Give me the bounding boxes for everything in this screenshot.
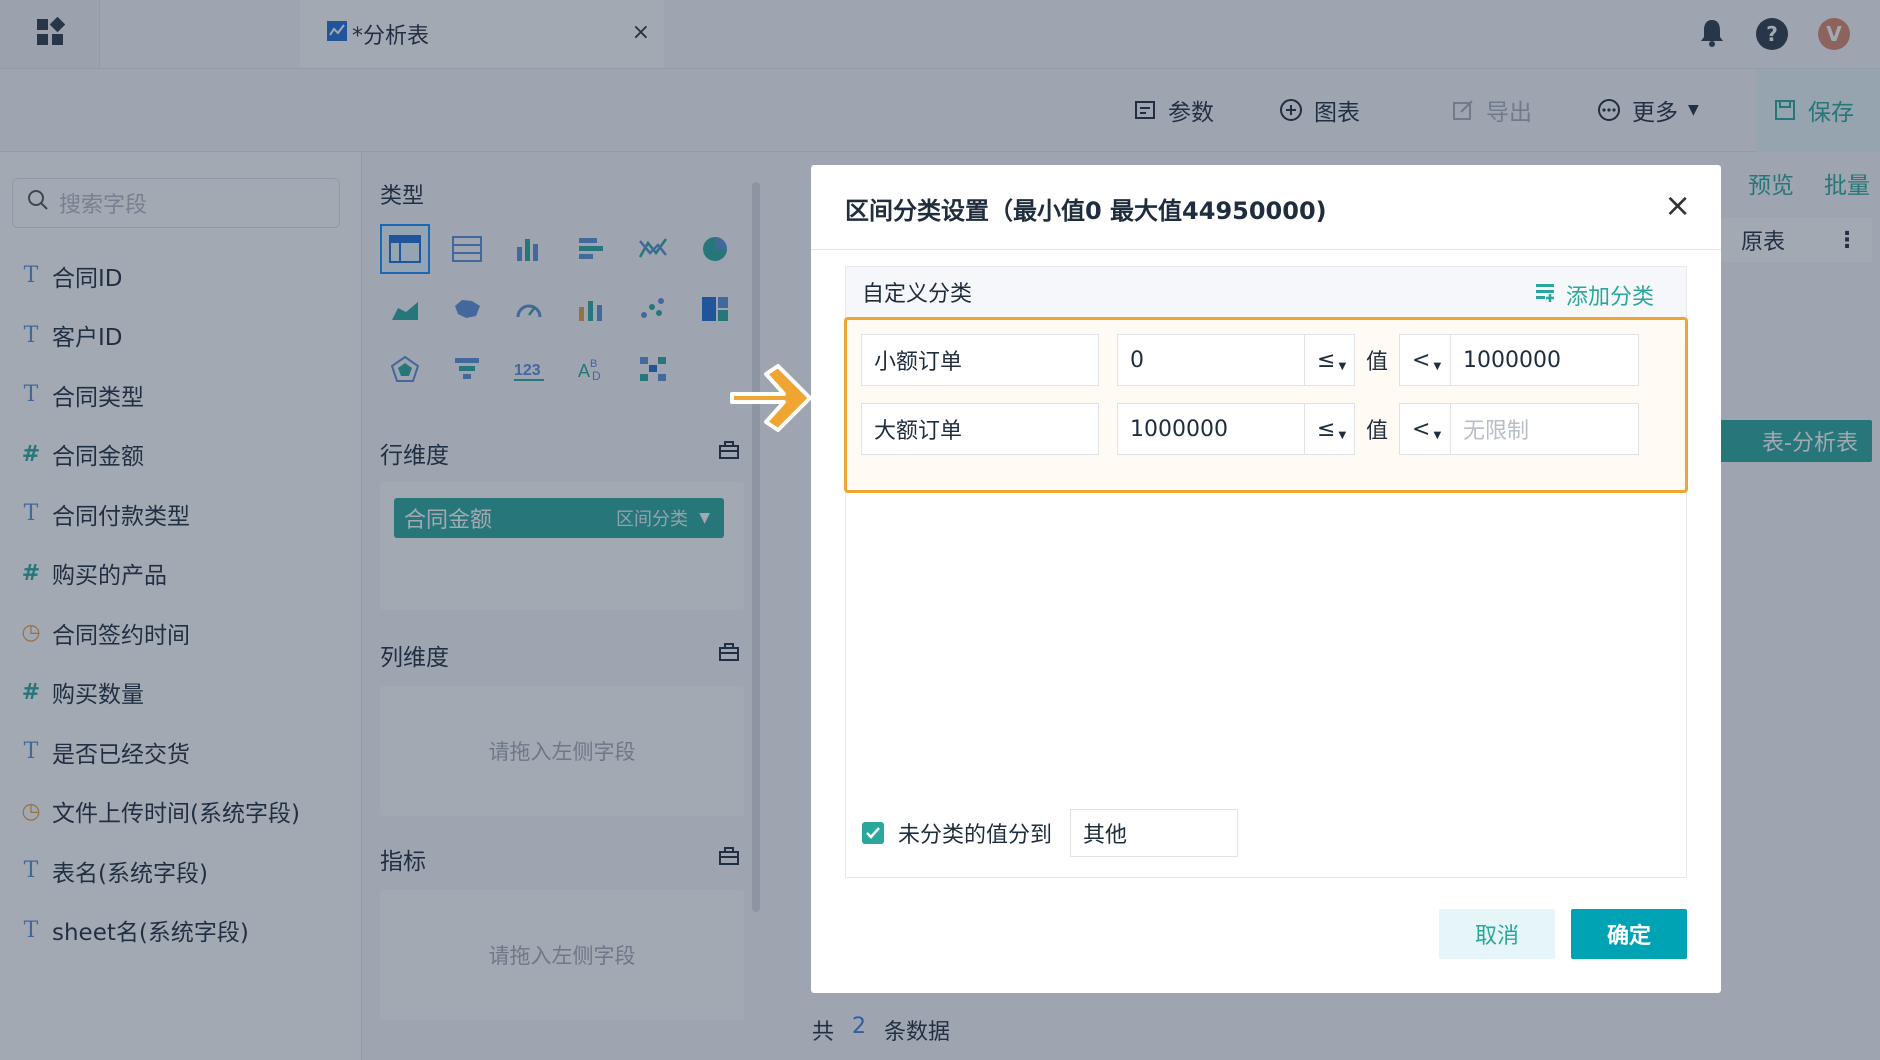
operator-label: < xyxy=(1412,416,1431,442)
uncategorized-label: 未分类的值分到 xyxy=(898,823,1053,848)
uncategorized-row: 未分类的值分到 其他 xyxy=(862,809,1239,857)
min-value-input[interactable]: 0 xyxy=(1117,334,1305,386)
max-value: 1000000 xyxy=(1463,347,1561,373)
operator-label: ≤ xyxy=(1317,347,1336,373)
right-operator-select[interactable]: < ▼ xyxy=(1399,334,1451,386)
operator-label: < xyxy=(1412,347,1431,373)
add-list-icon xyxy=(1534,281,1556,309)
max-value-placeholder: 无限制 xyxy=(1463,419,1530,444)
arrow-right-icon xyxy=(726,360,818,440)
confirm-button[interactable]: 确定 xyxy=(1571,909,1687,959)
caret-down-icon: ▼ xyxy=(1433,360,1442,372)
rule-row: 大额订单 1000000 ≤ ▼ 值 < ▼ 无限制 xyxy=(861,403,1661,455)
caret-down-icon: ▼ xyxy=(1338,429,1347,441)
min-value-input[interactable]: 1000000 xyxy=(1117,403,1305,455)
caret-down-icon: ▼ xyxy=(1433,429,1442,441)
max-value-input[interactable]: 无限制 xyxy=(1451,403,1639,455)
dialog-title: 区间分类设置（最小值0 最大值44950000) xyxy=(845,197,1327,225)
category-name-input[interactable]: 大额订单 xyxy=(861,403,1099,455)
interval-classify-dialog: 区间分类设置（最小值0 最大值44950000) × 自定义分类 添加分类 小额… xyxy=(811,165,1721,993)
rule-row: 小额订单 0 ≤ ▼ 值 < ▼ 1000000 xyxy=(861,334,1661,386)
operator-label: ≤ xyxy=(1317,416,1336,442)
value-label: 值 xyxy=(1365,350,1388,375)
left-operator-select[interactable]: ≤ ▼ xyxy=(1305,403,1355,455)
close-icon[interactable]: × xyxy=(1664,189,1691,221)
rule-list: 小额订单 0 ≤ ▼ 值 < ▼ 1000000 大额订单 1000000 ≤ ▼ 值… xyxy=(844,317,1688,493)
caret-down-icon: ▼ xyxy=(1338,360,1347,372)
right-operator-select[interactable]: < ▼ xyxy=(1399,403,1451,455)
uncategorized-checkbox[interactable] xyxy=(862,822,884,844)
add-category-button[interactable]: 添加分类 xyxy=(1534,279,1654,311)
add-category-label: 添加分类 xyxy=(1565,285,1654,310)
category-name-input[interactable]: 小额订单 xyxy=(861,334,1099,386)
divider xyxy=(811,249,1721,250)
custom-category-panel: 自定义分类 添加分类 小额订单 0 ≤ ▼ 值 < ▼ 1000000 大额订单 1… xyxy=(844,266,1688,878)
custom-category-header: 自定义分类 添加分类 xyxy=(846,267,1686,317)
value-label: 值 xyxy=(1365,419,1388,444)
check-icon xyxy=(866,827,880,839)
uncategorized-value-input[interactable]: 其他 xyxy=(1070,809,1239,857)
left-operator-select[interactable]: ≤ ▼ xyxy=(1305,334,1355,386)
max-value-input[interactable]: 1000000 xyxy=(1451,334,1639,386)
custom-category-label: 自定义分类 xyxy=(862,282,973,307)
cancel-button[interactable]: 取消 xyxy=(1439,909,1555,959)
